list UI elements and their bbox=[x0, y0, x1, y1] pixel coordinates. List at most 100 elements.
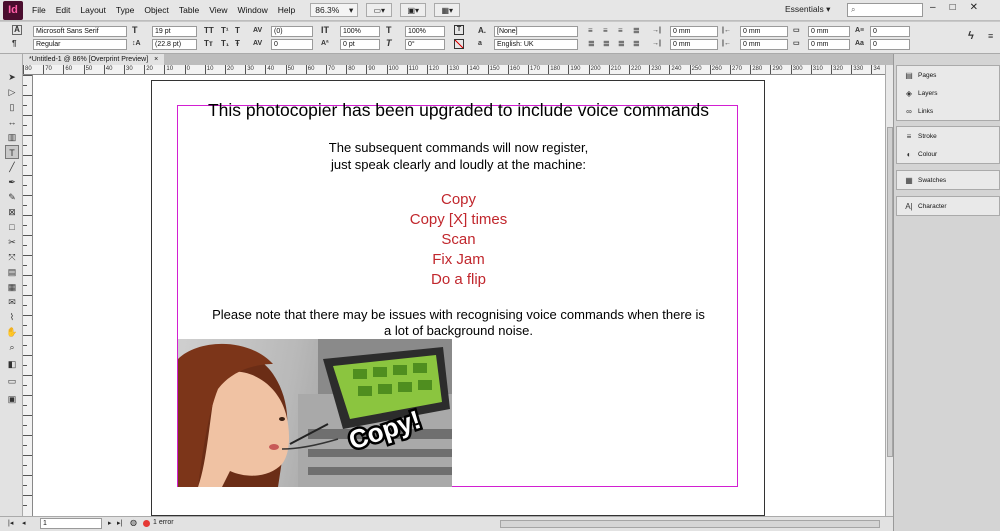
menu-view[interactable]: View bbox=[204, 5, 232, 15]
minimize-button[interactable]: – bbox=[930, 2, 936, 13]
pen-tool-icon[interactable]: ✒ bbox=[5, 175, 19, 189]
justify-all-icon[interactable]: ≣ bbox=[633, 38, 640, 49]
workspace-switcher[interactable]: Essentials ▾ bbox=[785, 4, 830, 15]
zoom-tool-icon[interactable]: ⌕ bbox=[5, 340, 19, 354]
arrange-documents-button[interactable]: ▦▾ bbox=[434, 3, 461, 17]
subscript-icon[interactable]: T₁ bbox=[221, 38, 229, 49]
rectangle-tool-icon[interactable]: □ bbox=[5, 220, 19, 234]
menu-file[interactable]: File bbox=[27, 5, 51, 15]
content-collector-icon[interactable]: ▥ bbox=[5, 130, 19, 144]
align-right-icon[interactable]: ≡ bbox=[618, 25, 623, 36]
view-options-button[interactable]: ▭▾ bbox=[366, 3, 393, 17]
vertical-ruler[interactable] bbox=[23, 75, 33, 516]
justify-center-icon[interactable]: ≣ bbox=[603, 38, 610, 49]
first-line-indent-field[interactable]: 0 mm bbox=[670, 39, 718, 50]
note-line-1[interactable]: Please note that there may be issues wit… bbox=[178, 307, 739, 322]
text-frame[interactable]: This photocopier has been upgraded to in… bbox=[177, 100, 739, 487]
menu-table[interactable]: Table bbox=[174, 5, 204, 15]
text-fill-icon[interactable]: T bbox=[454, 25, 464, 35]
headline-text[interactable]: This photocopier has been upgraded to in… bbox=[178, 100, 739, 121]
justify-icon[interactable]: ≣ bbox=[633, 25, 640, 36]
menu-help[interactable]: Help bbox=[273, 5, 300, 15]
language-select[interactable]: English: UK bbox=[494, 39, 578, 50]
menu-type[interactable]: Type bbox=[111, 5, 139, 15]
gradient-swatch-tool-icon[interactable]: ▤ bbox=[5, 265, 19, 279]
panel-swatches[interactable]: ▦ Swatches bbox=[897, 171, 999, 189]
gap-tool-icon[interactable]: ↔ bbox=[5, 115, 19, 129]
preflight-icon[interactable]: ◍ bbox=[130, 518, 137, 527]
panel-character[interactable]: A| Character bbox=[897, 197, 999, 215]
panel-stroke[interactable]: ≡ Stroke bbox=[897, 127, 999, 145]
leading-field[interactable]: (22.8 pt) bbox=[152, 39, 197, 50]
close-icon[interactable]: × bbox=[154, 56, 158, 63]
panel-colour[interactable]: ◐ Colour bbox=[897, 145, 999, 163]
line-tool-icon[interactable]: ╱ bbox=[5, 160, 19, 174]
vertical-scrollbar[interactable] bbox=[885, 65, 893, 516]
free-transform-tool-icon[interactable]: ⤧ bbox=[5, 250, 19, 264]
kerning-field[interactable]: (0) bbox=[271, 26, 313, 37]
font-size-field[interactable]: 19 pt bbox=[152, 26, 197, 37]
help-search-input[interactable] bbox=[847, 3, 923, 17]
last-line-indent-field[interactable]: 0 mm bbox=[740, 39, 788, 50]
close-button[interactable]: ✕ bbox=[970, 2, 978, 13]
direct-selection-tool-icon[interactable]: ▷ bbox=[5, 85, 19, 99]
right-indent-field[interactable]: 0 mm bbox=[740, 26, 788, 37]
hand-tool-icon[interactable]: ✋ bbox=[5, 325, 19, 339]
lightning-icon[interactable]: ϟ bbox=[968, 31, 974, 42]
command-scan[interactable]: Scan bbox=[178, 231, 739, 248]
panel-pages[interactable]: ▤ Pages bbox=[897, 66, 999, 84]
menu-edit[interactable]: Edit bbox=[51, 5, 76, 15]
drop-cap-lines-field[interactable]: 0 bbox=[870, 26, 910, 37]
rectangle-frame-tool-icon[interactable]: ⊠ bbox=[5, 205, 19, 219]
formatting-container-icon[interactable]: ▭ bbox=[5, 374, 19, 388]
pasteboard[interactable]: This photocopier has been upgraded to in… bbox=[33, 75, 885, 516]
intro-line-2[interactable]: just speak clearly and loudly at the mac… bbox=[178, 157, 739, 172]
menu-object[interactable]: Object bbox=[139, 5, 174, 15]
skew-field[interactable]: 0° bbox=[405, 39, 445, 50]
panel-links[interactable]: ∞ Links bbox=[897, 102, 999, 120]
panel-layers[interactable]: ◈ Layers bbox=[897, 84, 999, 102]
align-center-icon[interactable]: ≡ bbox=[603, 25, 608, 36]
page-number-field[interactable]: 1 bbox=[40, 518, 102, 529]
character-style-select[interactable]: [None] bbox=[494, 26, 578, 37]
justify-left-icon[interactable]: ≣ bbox=[588, 38, 595, 49]
preflight-errors-text[interactable]: 1 error bbox=[153, 519, 174, 526]
font-family-select[interactable]: Microsoft Sans Serif bbox=[33, 26, 127, 37]
small-caps-icon[interactable]: Tт bbox=[204, 38, 213, 49]
command-copy[interactable]: Copy bbox=[178, 191, 739, 208]
character-formatting-icon[interactable]: A bbox=[12, 25, 22, 35]
command-copy-times[interactable]: Copy [X] times bbox=[178, 211, 739, 228]
intro-line-1[interactable]: The subsequent commands will now registe… bbox=[178, 140, 739, 155]
paragraph-formatting-icon[interactable]: ¶ bbox=[12, 38, 16, 49]
command-fix-jam[interactable]: Fix Jam bbox=[178, 251, 739, 268]
horizontal-ruler[interactable]: 80 70 60 50 40 30 20 10 0 10 20 30 40 50 60 70 80 90 100 11… bbox=[23, 65, 885, 75]
baseline-shift-field[interactable]: 0 pt bbox=[340, 39, 380, 50]
tracking-field[interactable]: 0 bbox=[271, 39, 313, 50]
type-tool-icon[interactable]: T bbox=[5, 145, 19, 159]
all-caps-icon[interactable]: TT bbox=[204, 25, 214, 36]
horizontal-scale-field[interactable]: 100% bbox=[405, 26, 445, 37]
command-do-a-flip[interactable]: Do a flip bbox=[178, 271, 739, 288]
screen-mode-button[interactable]: ▣▾ bbox=[400, 3, 427, 17]
zoom-level-select[interactable]: 86.3% ▾ bbox=[310, 3, 359, 17]
page-tool-icon[interactable]: ▯ bbox=[5, 100, 19, 114]
document-tab[interactable]: *Untitled-1 @ 86% [Overprint Preview] × bbox=[23, 54, 165, 65]
left-indent-field[interactable]: 0 mm bbox=[670, 26, 718, 37]
space-after-field[interactable]: 0 mm bbox=[808, 39, 850, 50]
next-page-icon[interactable]: ▸ bbox=[108, 519, 112, 527]
eyedropper-tool-icon[interactable]: ⌇ bbox=[5, 310, 19, 324]
maximize-button[interactable]: □ bbox=[950, 2, 956, 13]
note-tool-icon[interactable]: ✉ bbox=[5, 295, 19, 309]
strikethrough-icon[interactable]: Ŧ bbox=[235, 38, 240, 49]
superscript-icon[interactable]: T¹ bbox=[221, 25, 229, 36]
fill-stroke-icon[interactable]: ◧ bbox=[5, 357, 19, 371]
drop-cap-chars-field[interactable]: 0 bbox=[870, 39, 910, 50]
vertical-scale-field[interactable]: 100% bbox=[340, 26, 380, 37]
menu-layout[interactable]: Layout bbox=[75, 5, 111, 15]
normal-view-icon[interactable]: ▣ bbox=[5, 392, 19, 406]
photocopier-photo[interactable]: Copy! bbox=[178, 339, 452, 487]
panel-menu-icon[interactable]: ≡ bbox=[988, 31, 993, 42]
align-left-icon[interactable]: ≡ bbox=[588, 25, 593, 36]
scissors-tool-icon[interactable]: ✂ bbox=[5, 235, 19, 249]
menu-window[interactable]: Window bbox=[233, 5, 273, 15]
